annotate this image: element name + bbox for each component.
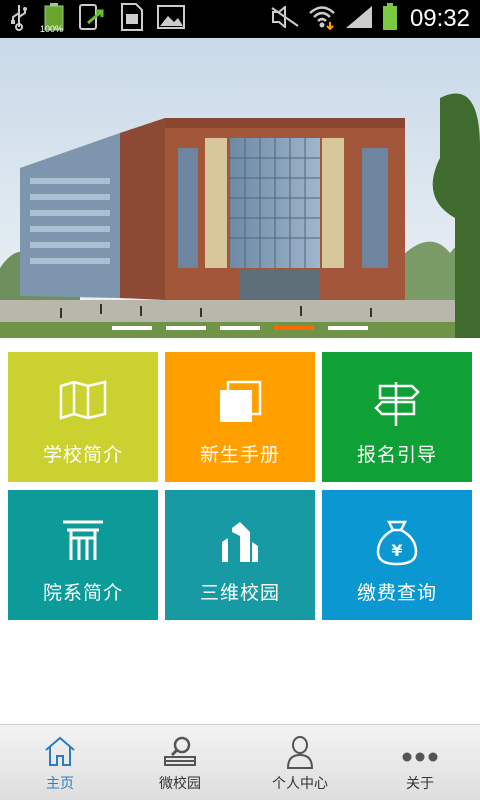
clock: 09:32 xyxy=(409,5,470,32)
campus-icon xyxy=(162,735,198,769)
person-icon xyxy=(285,735,315,769)
tile-label: 三维校园 xyxy=(199,582,280,604)
map-icon xyxy=(58,380,108,428)
wifi-icon xyxy=(308,4,336,34)
sd-card-icon xyxy=(118,2,144,36)
tile-3d-campus[interactable]: 三维校园 xyxy=(165,490,315,620)
tile-label: 新生手册 xyxy=(199,444,280,466)
signal-icon xyxy=(344,4,374,34)
carousel-dot[interactable] xyxy=(166,326,206,330)
tile-label: 院系简介 xyxy=(42,582,123,604)
banner-carousel[interactable] xyxy=(0,38,480,338)
tile-school-intro[interactable]: 学校简介 xyxy=(8,352,158,482)
tab-personal-center[interactable]: 个人中心 xyxy=(240,725,360,800)
home-icon xyxy=(43,735,77,769)
feature-grid: 学校简介 新生手册 报名引导 院系简介 三维校园 ¥ 缴费查询 xyxy=(8,352,472,620)
tab-label: 关于 xyxy=(406,776,434,792)
tab-label: 个人中心 xyxy=(272,776,328,792)
tile-freshman-handbook[interactable]: 新生手册 xyxy=(165,352,315,482)
tile-departments-intro[interactable]: 院系简介 xyxy=(8,490,158,620)
buildings-3d-icon xyxy=(218,518,262,566)
building-photo xyxy=(0,38,480,338)
money-bag-icon: ¥ xyxy=(374,518,420,566)
more-dots-icon xyxy=(400,735,440,769)
carousel-dot[interactable] xyxy=(220,326,260,330)
tab-about[interactable]: 关于 xyxy=(360,725,480,800)
carousel-dot[interactable] xyxy=(112,326,152,330)
app-update-icon xyxy=(78,3,106,35)
carousel-dot-active[interactable] xyxy=(274,326,314,330)
gate-icon xyxy=(59,518,107,566)
battery-percent-label: 100% xyxy=(40,24,64,34)
carousel-dot[interactable] xyxy=(328,326,368,330)
tile-fee-inquiry[interactable]: ¥ 缴费查询 xyxy=(322,490,472,620)
mute-icon xyxy=(270,4,300,32)
tab-micro-campus[interactable]: 微校园 xyxy=(120,725,240,800)
image-icon xyxy=(156,4,186,34)
booklet-icon xyxy=(218,380,262,428)
svg-text:¥: ¥ xyxy=(391,541,402,560)
tab-label: 微校园 xyxy=(159,776,201,792)
tile-label: 报名引导 xyxy=(356,444,437,466)
usb-icon xyxy=(8,3,30,35)
carousel-indicator xyxy=(0,326,480,332)
tab-home[interactable]: 主页 xyxy=(0,725,120,800)
status-bar: 100% 09:32 xyxy=(0,0,480,38)
signpost-icon xyxy=(374,380,420,428)
tab-label: 主页 xyxy=(46,776,74,792)
battery-icon xyxy=(382,3,398,35)
tile-label: 缴费查询 xyxy=(356,582,437,604)
tile-enrollment-guide[interactable]: 报名引导 xyxy=(322,352,472,482)
tile-label: 学校简介 xyxy=(42,444,123,466)
bottom-tab-bar: 主页 微校园 个人中心 关于 xyxy=(0,724,480,800)
